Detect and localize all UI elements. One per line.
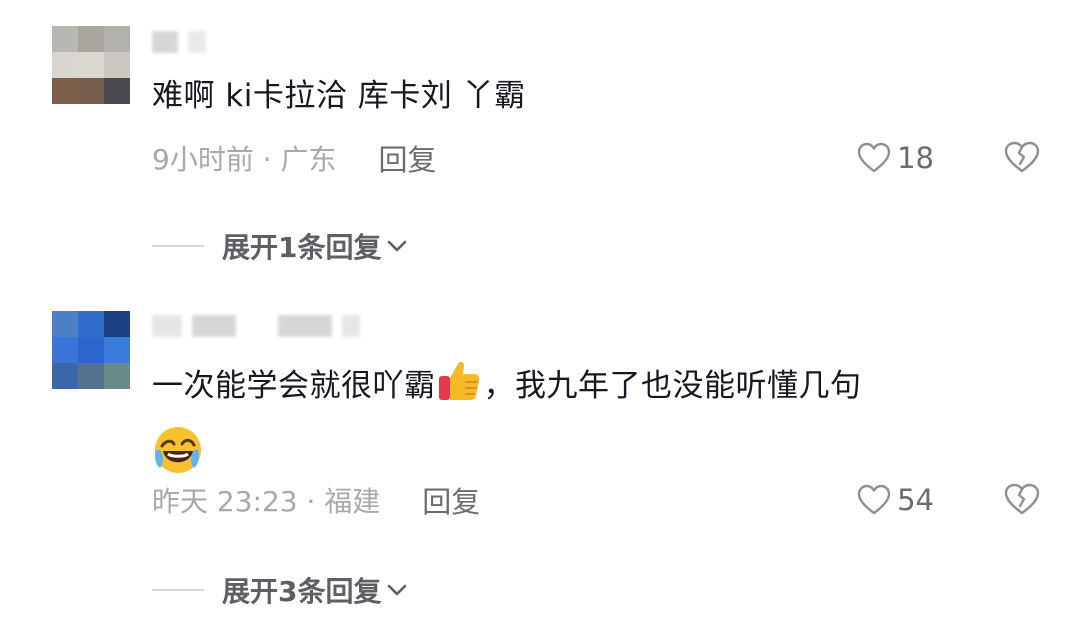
- username[interactable]: [152, 314, 360, 338]
- comment-time: 昨天 23:23 · 福建: [152, 485, 381, 518]
- broken-heart-icon: [1004, 141, 1040, 173]
- comment-text-part: ，我九年了也没能听懂几句: [483, 368, 862, 404]
- expand-label-group: 展开3条回复: [222, 570, 409, 610]
- heart-outline-icon: [857, 484, 891, 515]
- like-count: 54: [897, 483, 934, 517]
- expand-label: 展开1条回复: [222, 231, 382, 264]
- broken-heart-icon: [1004, 483, 1040, 515]
- expand-replies-button[interactable]: 展开3条回复: [152, 570, 409, 610]
- divider-line: [152, 589, 204, 591]
- expand-label: 展开3条回复: [222, 575, 382, 608]
- dislike-button[interactable]: [1004, 140, 1040, 181]
- avatar[interactable]: [52, 26, 130, 104]
- chevron-down-icon: [388, 240, 407, 252]
- avatar[interactable]: [52, 311, 130, 389]
- thumbs-up-emoji: [436, 356, 484, 424]
- chevron-down-icon: [388, 584, 407, 596]
- like-button[interactable]: 18: [857, 141, 934, 175]
- comment-text-part: 一次能学会就很吖霸: [152, 368, 436, 404]
- heart-outline-icon: [857, 142, 891, 173]
- reply-button[interactable]: 回复: [422, 479, 480, 521]
- comment-meta: 9小时前 · 广东 回复 18: [152, 136, 1040, 180]
- username[interactable]: [152, 30, 206, 54]
- like-count: 18: [897, 141, 934, 175]
- comment-time: 9小时前 · 广东: [152, 143, 337, 176]
- comment-meta: 昨天 23:23 · 福建 回复 54: [152, 478, 1040, 522]
- expand-label-group: 展开1条回复: [222, 226, 409, 266]
- comment-text: 一次能学会就很吖霸 ，我九年了也没能听懂几句: [152, 356, 1020, 496]
- expand-replies-button[interactable]: 展开1条回复: [152, 226, 409, 266]
- dislike-button[interactable]: [1004, 482, 1040, 523]
- reply-button[interactable]: 回复: [379, 137, 437, 179]
- like-button[interactable]: 54: [857, 483, 934, 517]
- divider-line: [152, 245, 204, 247]
- comment-text: 难啊 ki卡拉洽 库卡刘 丫霸: [152, 78, 526, 114]
